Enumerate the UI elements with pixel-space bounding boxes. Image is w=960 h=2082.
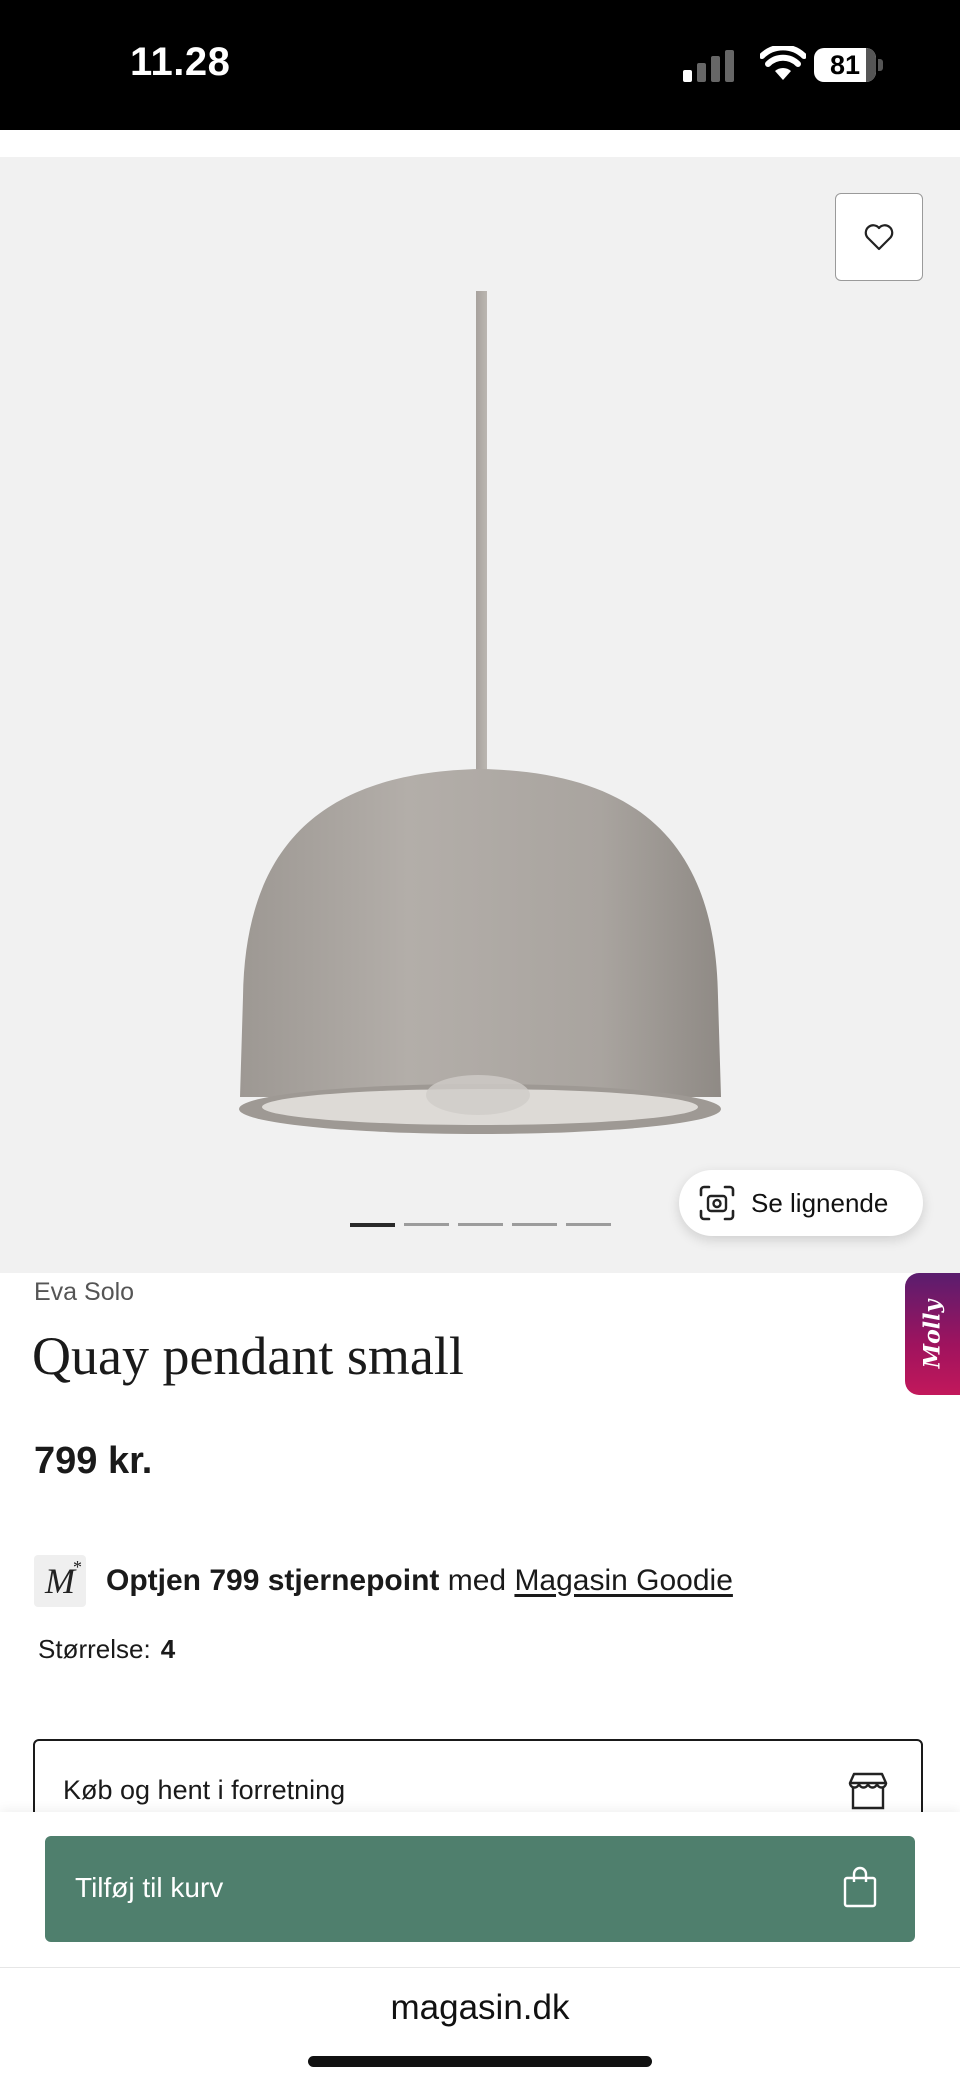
slide-dot-2[interactable] — [404, 1223, 449, 1226]
add-to-cart-button[interactable]: Tilføj til kurv — [45, 1836, 915, 1942]
loyalty-points-bold: Optjen 799 stjernepoint — [106, 1564, 440, 1597]
wifi-icon — [760, 46, 806, 80]
slide-indicator — [350, 1223, 611, 1227]
shopping-bag-icon — [843, 1866, 877, 1908]
heart-icon — [864, 224, 894, 251]
loyalty-points-middle: med — [439, 1564, 515, 1597]
molly-chat-tab[interactable]: Molly — [905, 1273, 960, 1395]
molly-label: Molly — [919, 1299, 946, 1369]
slide-dot-3[interactable] — [458, 1223, 503, 1226]
signal-icon — [683, 50, 734, 82]
slide-dot-4[interactable] — [512, 1223, 557, 1226]
status-time: 11.28 — [130, 40, 231, 84]
url-text[interactable]: magasin.dk — [0, 1988, 960, 2028]
battery-empty — [866, 48, 876, 82]
loyalty-points-row: M * Optjen 799 stjernepoint med Magasin G… — [34, 1555, 733, 1607]
slide-dot-1[interactable] — [350, 1223, 395, 1227]
size-row: Størrelse: 4 — [38, 1634, 175, 1665]
product-title: Quay pendant small — [32, 1326, 464, 1386]
magasin-goodie-logo: M * — [34, 1555, 86, 1607]
size-label: Størrelse: — [38, 1634, 151, 1664]
see-similar-label: Se lignende — [751, 1187, 889, 1218]
browser-address-bar[interactable]: magasin.dk — [0, 1967, 960, 2082]
visual-search-icon — [699, 1185, 735, 1221]
product-brand[interactable]: Eva Solo — [34, 1278, 134, 1307]
battery-nub — [878, 59, 883, 71]
product-price: 799 kr. — [34, 1440, 153, 1482]
add-to-cart-label: Tilføj til kurv — [75, 1872, 224, 1903]
wishlist-button[interactable] — [835, 193, 923, 281]
see-similar-button[interactable]: Se lignende — [679, 1170, 923, 1236]
size-value: 4 — [160, 1634, 176, 1664]
store-icon — [848, 1772, 888, 1810]
slide-dot-5[interactable] — [566, 1223, 611, 1226]
goodie-logo-star: * — [73, 1557, 82, 1577]
click-and-collect-label: Køb og hent i forretning — [63, 1775, 346, 1805]
home-indicator[interactable] — [308, 2056, 652, 2067]
product-image — [239, 291, 721, 1134]
goodie-logo-letter: M — [45, 1561, 75, 1601]
status-bar: 11.28 81 — [0, 0, 960, 130]
product-gallery[interactable]: Se lignende — [0, 157, 960, 1273]
magasin-goodie-link[interactable]: Magasin Goodie — [514, 1564, 732, 1597]
sticky-cart-bar: Tilføj til kurv — [0, 1812, 960, 1967]
loyalty-points-text: Optjen 799 stjernepoint med Magasin Good… — [106, 1564, 733, 1598]
